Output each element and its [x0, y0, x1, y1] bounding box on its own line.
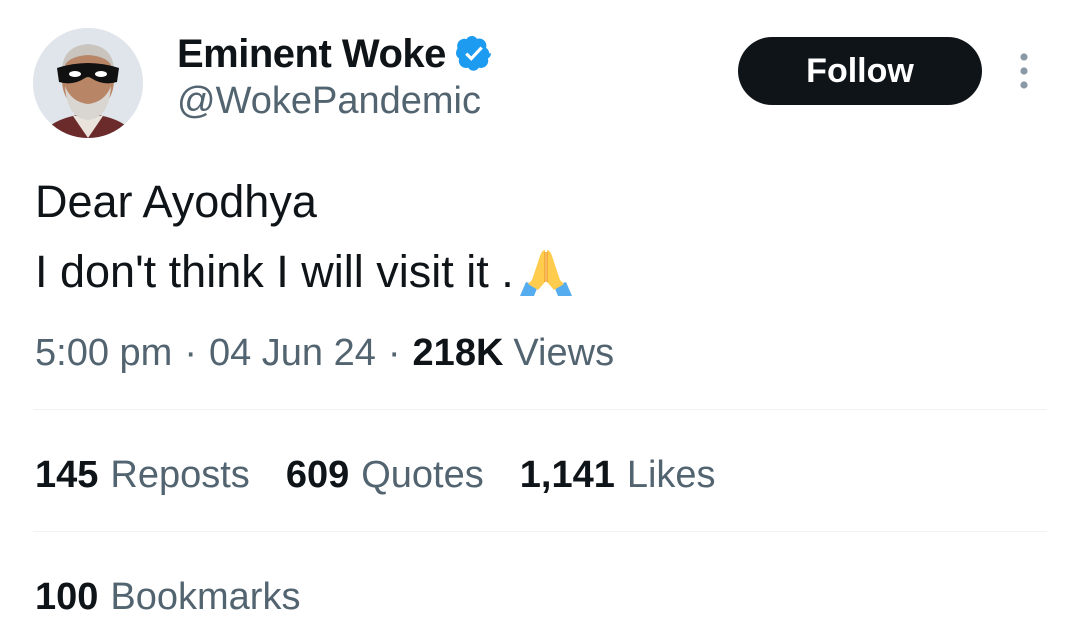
reposts-count: 145 [35, 453, 99, 496]
views-label: Views [513, 331, 615, 374]
likes-label: Likes [626, 453, 716, 496]
quotes-stat[interactable]: 609 Quotes [286, 454, 484, 497]
engagement-stats: 145 Reposts 609 Quotes 1,141 Likes [35, 450, 752, 500]
tweet-detail: Eminent Woke @WokePandemic Follow Dear A… [0, 0, 1080, 633]
tweet-meta: 5:00 pm · 04 Jun 24 · 218K Views [35, 328, 614, 378]
meta-separator: · [387, 331, 401, 374]
tweet-text-line-2: I don't think I will visit it . [35, 237, 574, 307]
tweet-text-line-2-text: I don't think I will visit it . [35, 246, 514, 297]
bookmarks-count: 100 [35, 575, 99, 618]
tweet-date[interactable]: 04 Jun 24 [209, 332, 376, 375]
likes-count: 1,141 [519, 453, 615, 496]
tweet-time[interactable]: 5:00 pm [35, 332, 172, 375]
quotes-count: 609 [285, 453, 350, 496]
tweet-text-line-1: Dear Ayodhya [35, 176, 317, 227]
quotes-label: Quotes [361, 453, 484, 496]
views-count: 218K [412, 331, 504, 374]
reposts-label: Reposts [110, 453, 250, 496]
more-vertical-icon[interactable] [1014, 52, 1034, 92]
display-name[interactable]: Eminent Woke [177, 32, 446, 77]
reposts-stat[interactable]: 145 Reposts [35, 454, 250, 497]
likes-stat[interactable]: 1,141 Likes [520, 454, 716, 497]
verified-badge-icon [455, 36, 491, 71]
divider [33, 409, 1047, 410]
tweet-text: Dear Ayodhya I don't think I will visit … [35, 167, 574, 307]
folded-hands-emoji [519, 250, 572, 296]
meta-separator: · [184, 331, 197, 374]
bookmarks-label: Bookmarks [110, 575, 301, 618]
divider [33, 531, 1047, 532]
follow-button[interactable]: Follow [738, 37, 982, 105]
author-handle[interactable]: @WokePandemic [177, 80, 481, 123]
avatar[interactable] [33, 28, 143, 138]
bookmarks-stat[interactable]: 100 Bookmarks [35, 572, 300, 622]
author-name-row[interactable]: Eminent Woke [177, 30, 492, 78]
avatar-image [33, 28, 143, 138]
